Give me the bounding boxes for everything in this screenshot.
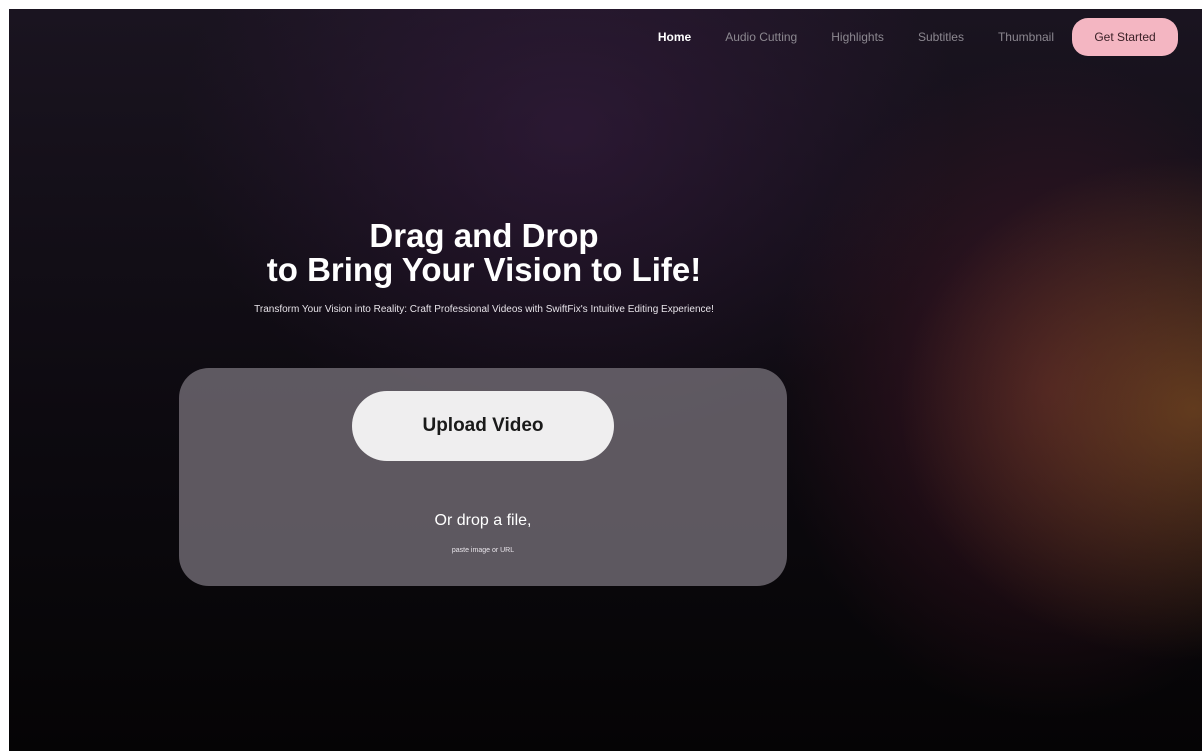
- hero-subtitle: Transform Your Vision into Reality: Craf…: [254, 304, 714, 315]
- nav-highlights-link[interactable]: Highlights: [831, 30, 884, 44]
- hero-title: Drag and Drop to Bring Your Vision to Li…: [179, 219, 789, 287]
- upload-drop-zone[interactable]: Upload Video Or drop a file, paste image…: [179, 368, 787, 586]
- drop-file-text: Or drop a file,: [434, 512, 532, 529]
- hero-section: Drag and Drop to Bring Your Vision to Li…: [179, 219, 789, 319]
- drop-file-subtext: paste image or URL: [451, 547, 515, 554]
- page-background: Home Audio Cutting Highlights Subtitles …: [9, 9, 1202, 751]
- nav-thumbnail-link[interactable]: Thumbnail: [998, 30, 1054, 44]
- nav-audio-cutting-link[interactable]: Audio Cutting: [725, 30, 797, 44]
- top-navigation: Home Audio Cutting Highlights Subtitles …: [658, 17, 1178, 57]
- get-started-button[interactable]: Get Started: [1072, 18, 1178, 56]
- hero-title-line-2: to Bring Your Vision to Life!: [266, 251, 702, 288]
- nav-subtitles-link[interactable]: Subtitles: [918, 30, 964, 44]
- nav-home-link[interactable]: Home: [658, 30, 691, 44]
- hero-title-line-1: Drag and Drop: [369, 217, 599, 254]
- upload-video-button[interactable]: Upload Video: [352, 391, 614, 461]
